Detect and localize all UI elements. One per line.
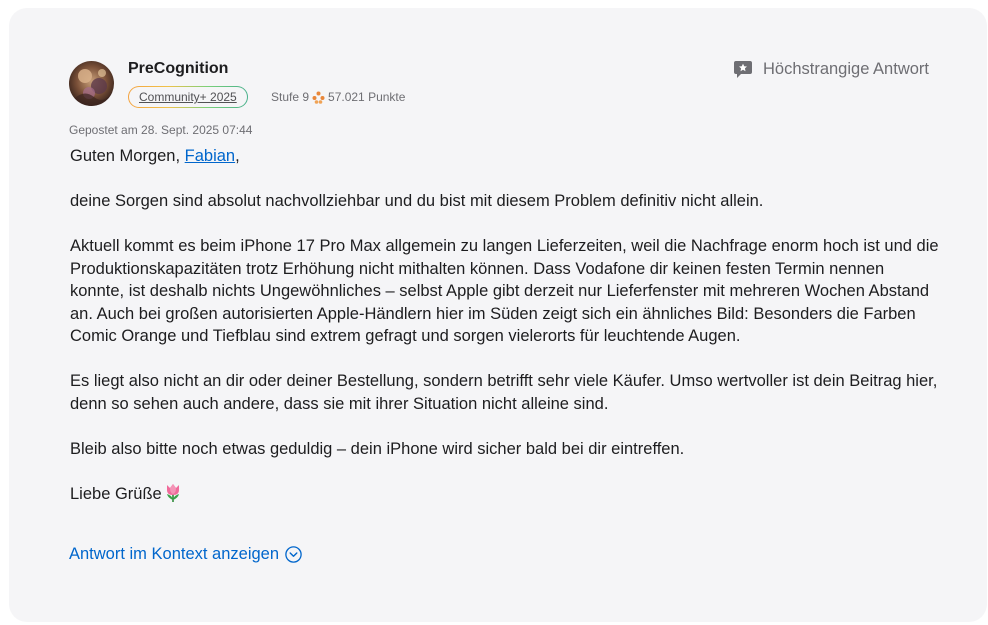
tulip-icon: [164, 483, 182, 503]
community-badge[interactable]: Community+ 2025: [128, 86, 248, 108]
view-in-context-label: Antwort im Kontext anzeigen: [69, 545, 280, 563]
greeting-line: Guten Morgen, Fabian,: [70, 145, 940, 168]
greeting-prefix: Guten Morgen,: [70, 147, 185, 165]
top-answer-label: Höchstrangige Antwort: [762, 60, 929, 78]
post-timestamp: Gepostet am 28. Sept. 2025 07:44: [69, 123, 253, 137]
paragraph: Es liegt also nicht an dir oder deiner B…: [70, 372, 938, 413]
author-level: Stufe 9 57.021 Punkte: [271, 90, 405, 104]
top-answer-indicator: Höchstrangige Antwort: [733, 60, 929, 79]
reply-body: Guten Morgen, Fabian, deine Sorgen sind …: [70, 145, 940, 505]
paragraph: Aktuell kommt es beim iPhone 17 Pro Max …: [70, 237, 939, 345]
paragraph: Bleib also bitte noch etwas geduldig – d…: [70, 439, 685, 458]
points-label: 57.021 Punkte: [328, 90, 406, 104]
greeting-suffix: ,: [235, 147, 240, 165]
closing-text: Liebe Grüße: [70, 484, 162, 503]
star-speech-bubble-icon: [733, 60, 753, 79]
author-name[interactable]: PreCognition: [128, 60, 228, 78]
community-points-icon: [312, 91, 325, 104]
user-mention-link[interactable]: Fabian: [185, 147, 235, 165]
view-in-context-link[interactable]: Antwort im Kontext anzeigen: [69, 545, 302, 564]
closing-line: Liebe Grüße: [70, 483, 940, 506]
chevron-down-circle-icon: [285, 546, 302, 563]
paragraph: deine Sorgen sind absolut nachvollziehba…: [70, 192, 764, 210]
author-avatar[interactable]: [69, 61, 114, 106]
level-label: Stufe 9: [271, 90, 310, 104]
